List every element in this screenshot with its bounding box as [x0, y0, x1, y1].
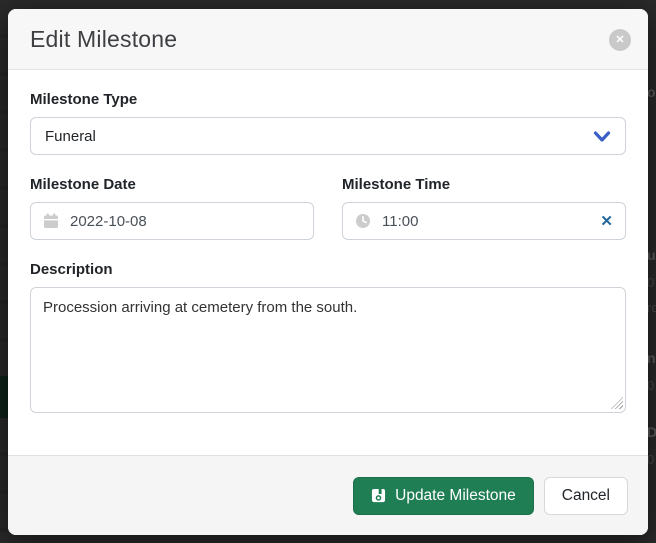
milestone-type-value: Funeral — [45, 128, 96, 145]
backdrop-fragment: u — [647, 247, 656, 263]
dialog-header: Edit Milestone ✕ — [8, 9, 648, 70]
backdrop-left-band — [0, 0, 8, 543]
milestone-time-group: Milestone Time ✕ — [342, 176, 626, 240]
milestone-time-input[interactable] — [382, 213, 585, 230]
dialog-footer: Update Milestone Cancel — [8, 455, 648, 535]
milestone-time-label: Milestone Time — [342, 176, 626, 193]
backdrop-green-button-fragment — [0, 376, 8, 418]
backdrop-text-fragments: o u 0 ro n 0 De 0 — [647, 0, 656, 543]
calendar-icon — [43, 213, 59, 229]
cancel-button[interactable]: Cancel — [544, 477, 628, 515]
milestone-date-input[interactable] — [70, 213, 301, 230]
milestone-time-field[interactable]: ✕ — [342, 202, 626, 240]
backdrop-fragment: 0 — [647, 378, 654, 393]
backdrop-fragment: De — [647, 424, 656, 440]
update-milestone-button[interactable]: Update Milestone — [353, 477, 534, 515]
backdrop-fragment: 0 — [647, 275, 654, 290]
page-title: Edit Milestone — [30, 26, 177, 53]
clear-x-icon[interactable]: ✕ — [600, 214, 613, 229]
backdrop-fragment: o — [647, 84, 656, 100]
milestone-date-field[interactable] — [30, 202, 314, 240]
chevron-down-icon — [593, 130, 611, 143]
milestone-date-group: Milestone Date — [30, 176, 314, 240]
backdrop-fragment: n — [647, 350, 656, 366]
milestone-type-label: Milestone Type — [30, 91, 626, 108]
milestone-date-label: Milestone Date — [30, 176, 314, 193]
description-group: Description Procession arriving at cemet… — [30, 261, 626, 413]
dialog-body: Milestone Type Funeral Milestone Date — [8, 70, 648, 455]
save-icon — [371, 488, 386, 503]
close-button[interactable]: ✕ — [609, 29, 631, 51]
clock-icon — [355, 213, 371, 229]
date-time-row: Milestone Date Milestone Time — [30, 176, 626, 240]
page-backdrop: { "modal": { "title": "Edit Milestone", … — [0, 0, 656, 543]
description-field: Procession arriving at cemetery from the… — [30, 287, 626, 413]
update-milestone-label: Update Milestone — [395, 487, 516, 505]
edit-milestone-dialog: Edit Milestone ✕ Milestone Type Funeral … — [8, 9, 648, 535]
description-label: Description — [30, 261, 626, 278]
close-icon: ✕ — [615, 35, 624, 46]
description-textarea[interactable]: Procession arriving at cemetery from the… — [30, 287, 626, 413]
backdrop-fragment: ro — [647, 300, 656, 315]
backdrop-fragment: 0 — [647, 452, 654, 467]
milestone-type-group: Milestone Type Funeral — [30, 91, 626, 155]
milestone-type-select[interactable]: Funeral — [30, 117, 626, 155]
